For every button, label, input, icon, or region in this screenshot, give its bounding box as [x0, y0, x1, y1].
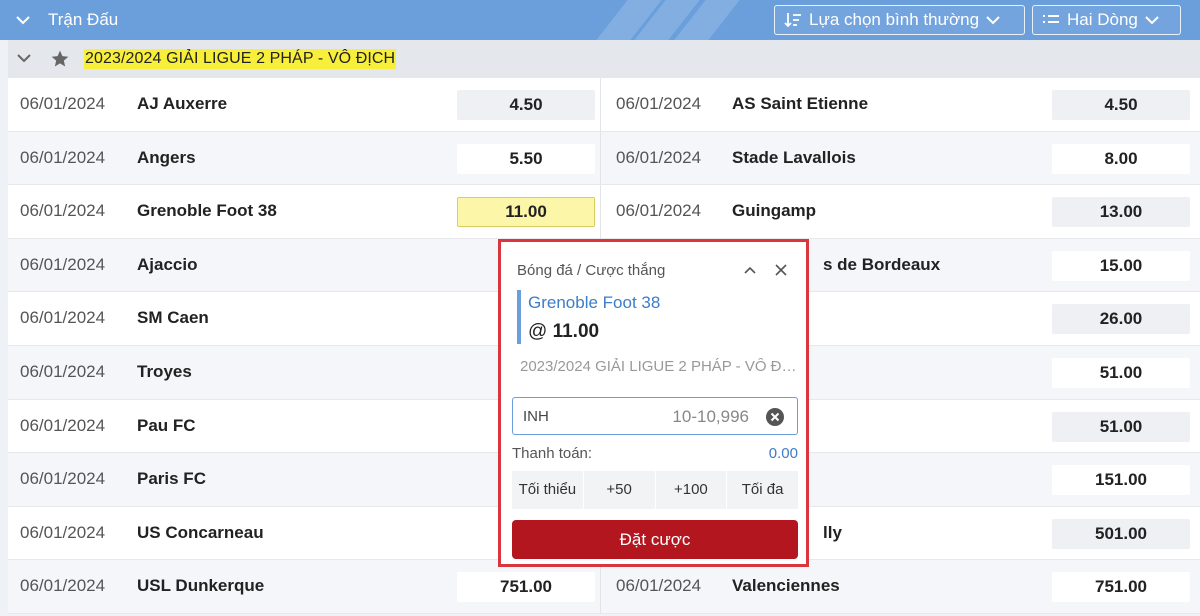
team-name: SM Caen [137, 308, 209, 328]
match-date: 06/01/2024 [20, 469, 106, 489]
odds-button[interactable]: 11.00 [457, 197, 595, 228]
column-divider [600, 185, 601, 238]
chevron-up-icon[interactable] [742, 264, 758, 276]
match-date: 06/01/2024 [20, 308, 106, 328]
selection-marker [517, 290, 521, 344]
team-name: Paris FC [137, 469, 206, 489]
header-title: Trận Đấu [48, 10, 119, 29]
bet-slip-popup: Bóng đá / Cược thắng Grenoble Foot 38 @ … [498, 239, 809, 567]
match-list-header: Trận Đấu Lựa chọn bình thường Hai Dòng [0, 0, 1200, 40]
league-header[interactable]: 2023/2024 GIẢI LIGUE 2 PHÁP - VÔ ĐỊCH [8, 40, 1200, 78]
view-dropdown-label: Hai Dòng [1067, 10, 1138, 29]
chevron-down-icon [986, 16, 1000, 25]
odds-button[interactable]: 501.00 [1052, 518, 1190, 549]
match-date: 06/01/2024 [616, 201, 702, 221]
clear-input-icon[interactable] [765, 407, 785, 427]
collapse-chevron-icon[interactable] [14, 12, 32, 28]
match-date: 06/01/2024 [20, 201, 106, 221]
match-date: 06/01/2024 [20, 254, 106, 274]
team-name: Troyes [137, 361, 192, 381]
odds-button[interactable]: 4.50 [1052, 90, 1190, 120]
match-date: 06/01/2024 [616, 576, 702, 596]
bet-slip-breadcrumb: Bóng đá / Cược thắng [517, 262, 666, 279]
column-divider [600, 131, 601, 185]
match-row: 06/01/2024 USL Dunkerque 751.00 06/01/2024 V… [8, 560, 1200, 614]
chevron-down-icon [1145, 16, 1159, 25]
quick-stake-50-button[interactable]: +50 [582, 471, 655, 509]
team-name: AJ Auxerre [137, 94, 228, 113]
odds-button[interactable]: 8.00 [1052, 143, 1190, 174]
list-icon [1043, 15, 1059, 23]
match-date: 06/01/2024 [20, 522, 106, 542]
team-name: lly [823, 522, 842, 542]
team-name: Angers [137, 147, 196, 167]
odds-button[interactable]: 151.00 [1052, 465, 1190, 496]
quick-stake-100-button[interactable]: +100 [654, 471, 727, 509]
team-name: US Concarneau [137, 522, 264, 542]
team-name: Valenciennes [732, 576, 840, 596]
column-divider [600, 560, 601, 613]
place-bet-button[interactable]: Đặt cược [512, 520, 798, 559]
selection-team: Grenoble Foot 38 [528, 293, 661, 312]
match-date: 06/01/2024 [20, 361, 106, 381]
match-row: 06/01/2024 Angers 5.50 06/01/2024 Stade Lava… [8, 131, 1200, 186]
selection-odds: @ 11.00 [528, 321, 600, 342]
stake-placeholder: 10-10,996 [672, 407, 749, 426]
odds-button[interactable]: 5.50 [457, 143, 595, 174]
team-name: AS Saint Etienne [732, 94, 869, 113]
team-name: USL Dunkerque [137, 576, 265, 596]
odds-button[interactable]: 13.00 [1052, 197, 1190, 228]
stake-currency: INH [523, 408, 549, 425]
match-row: 06/01/2024 AJ Auxerre 4.50 06/01/2024 AS Sai… [8, 78, 1200, 132]
team-name: Grenoble Foot 38 [137, 201, 277, 221]
odds-button[interactable]: 51.00 [1052, 411, 1190, 442]
team-name: s de Bordeaux [823, 254, 941, 274]
view-dropdown[interactable]: Hai Dòng [1032, 5, 1181, 35]
selection-league: 2023/2024 GIẢI LIGUE 2 PHÁP - VÔ ĐỊCH [520, 358, 800, 375]
team-name: Guingamp [732, 201, 817, 221]
odds-button[interactable]: 4.50 [457, 90, 595, 120]
odds-button[interactable]: 51.00 [1052, 357, 1190, 388]
team-name: Stade Lavallois [732, 147, 856, 167]
odds-button[interactable]: 15.00 [1052, 250, 1190, 281]
match-date: 06/01/2024 [20, 147, 106, 167]
league-name: 2023/2024 GIẢI LIGUE 2 PHÁP - VÔ ĐỊCH [84, 49, 397, 69]
sort-icon [784, 13, 801, 28]
stake-input[interactable]: INH 10-10,996 [512, 397, 798, 435]
quick-stake-buttons: Tối thiểu +50 +100 Tối đa [512, 471, 798, 509]
sort-dropdown[interactable]: Lựa chọn bình thường [774, 5, 1025, 35]
chevron-down-icon[interactable] [16, 52, 32, 64]
match-date: 06/01/2024 [616, 147, 702, 167]
team-name: Ajaccio [137, 254, 198, 274]
team-name: Pau FC [137, 415, 196, 435]
odds-button[interactable]: 751.00 [457, 572, 595, 603]
quick-stake-min-button[interactable]: Tối thiểu [512, 471, 583, 509]
star-favorite-icon[interactable] [50, 49, 70, 69]
match-row: 06/01/2024 Grenoble Foot 38 11.00 06/01/202… [8, 185, 1200, 239]
match-date: 06/01/2024 [20, 576, 106, 596]
odds-button[interactable]: 26.00 [1052, 304, 1190, 335]
quick-stake-max-button[interactable]: Tối đa [726, 471, 798, 509]
close-icon[interactable] [774, 263, 788, 277]
payout-value: 0.00 [768, 445, 798, 462]
payout-label: Thanh toán: [512, 445, 593, 462]
column-divider [600, 78, 601, 131]
odds-button[interactable]: 751.00 [1052, 572, 1190, 603]
sort-dropdown-label: Lựa chọn bình thường [809, 10, 980, 29]
match-date: 06/01/2024 [20, 94, 106, 113]
match-date: 06/01/2024 [20, 415, 106, 435]
match-date: 06/01/2024 [616, 94, 702, 113]
